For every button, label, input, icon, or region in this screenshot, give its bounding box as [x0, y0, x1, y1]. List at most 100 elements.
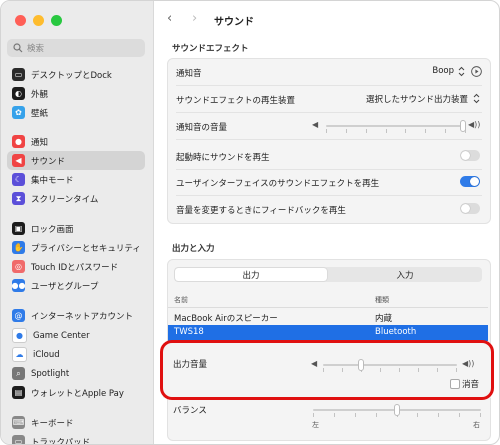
sidebar-item[interactable]: ⌨ キーボード	[7, 413, 145, 432]
slider-tick	[346, 129, 347, 133]
slider-tick	[326, 129, 327, 133]
tab-output[interactable]: 出力	[175, 268, 327, 281]
sidebar-item[interactable]: ✋ プライバシーとセキュリティ	[7, 238, 145, 257]
sidebar-item-label: プライバシーとセキュリティ	[31, 243, 141, 254]
close-window-button[interactable]	[15, 15, 26, 26]
alert-volume-row: 通知音の音量 ◀ ◀))	[168, 113, 490, 139]
sidebar-item[interactable]: ▤ ウォレットとApple Pay	[7, 383, 145, 402]
device-row[interactable]: MacBook Airのスピーカー 内蔵	[168, 309, 488, 325]
balance-left-label: 左	[312, 421, 319, 429]
toggle-knob	[470, 177, 479, 186]
sidebar-item[interactable]: @ インターネットアカウント	[7, 306, 145, 325]
bell-icon: ●	[12, 135, 25, 148]
speaker-icon: ◀	[12, 154, 25, 167]
table-divider	[168, 307, 488, 308]
system-settings-window: 検索 ▭ デスクトップとDock ◐ 外観 ✿ 壁紙 ● 通知 ◀ サウンド ☾ 集中モード ⧗ スクリー…	[0, 0, 500, 445]
device-name: TWS18	[174, 327, 204, 337]
output-input-tabs: 出力 入力	[174, 267, 482, 282]
sidebar-item[interactable]: ◎ Touch IDとパスワード	[7, 257, 145, 276]
sound-effects-heading: サウンドエフェクト	[172, 44, 249, 54]
divider	[176, 139, 482, 140]
slider-tick	[405, 129, 406, 133]
fingerprint-icon: ◎	[12, 260, 25, 273]
hand-icon: ✋	[12, 241, 25, 254]
sidebar-item-label: 壁紙	[31, 108, 49, 119]
column-header-type[interactable]: 種類	[375, 295, 389, 305]
sidebar-item-label: ウォレットとApple Pay	[31, 388, 124, 399]
ui-effects-row: ユーザインターフェイスのサウンドエフェクトを再生	[168, 169, 490, 195]
game-center-icon: ●	[12, 328, 27, 343]
device-type: 内蔵	[375, 314, 393, 324]
speaker-high-icon: ◀))	[468, 120, 481, 129]
sidebar-item[interactable]: ⧗ スクリーンタイム	[7, 189, 145, 208]
toggle-knob	[461, 151, 470, 160]
sidebar-item-label: デスクトップとDock	[31, 70, 112, 81]
balance-slider[interactable]	[313, 403, 481, 417]
alert-sound-label: 通知音	[176, 69, 202, 79]
output-device-select[interactable]: 選択したサウンド出力装置	[366, 93, 468, 105]
zoom-window-button[interactable]	[51, 15, 62, 26]
sound-effects-group: 通知音 Boop サウンドエフェクトの再生装置 選択したサウンド出力装置 通知音…	[167, 58, 491, 224]
slider-tick	[386, 129, 387, 133]
sidebar-item[interactable]: ✿ 壁紙	[7, 103, 145, 122]
slider-tick	[376, 413, 377, 417]
device-name: MacBook Airのスピーカー	[174, 314, 278, 324]
slider-knob[interactable]	[394, 404, 400, 416]
search-placeholder: 検索	[27, 44, 45, 54]
startup-sound-toggle[interactable]	[460, 150, 480, 161]
slider-tick	[313, 413, 314, 417]
sidebar: 検索 ▭ デスクトップとDock ◐ 外観 ✿ 壁紙 ● 通知 ◀ サウンド ☾ 集中モード ⧗ スクリー…	[1, 1, 154, 444]
alert-sound-select[interactable]: Boop	[432, 66, 454, 76]
forward-button[interactable]: ›	[192, 11, 197, 26]
sidebar-item[interactable]: ☁ iCloud	[7, 345, 145, 364]
slider-tick	[438, 413, 439, 417]
slider-tick	[459, 413, 460, 417]
column-header-name[interactable]: 名前	[174, 295, 188, 305]
sidebar-item[interactable]: ▭ トラックパッド	[7, 432, 145, 444]
device-type: Bluetooth	[375, 327, 417, 337]
trackpad-icon: ▭	[12, 435, 25, 444]
feedback-toggle[interactable]	[460, 203, 480, 214]
alert-volume-slider[interactable]	[326, 119, 466, 133]
sidebar-item[interactable]: ● Game Center	[7, 326, 145, 345]
sidebar-item-label: 通知	[31, 137, 49, 148]
sidebar-item-label: ユーザとグループ	[31, 281, 99, 292]
balance-right-label: 右	[473, 421, 480, 429]
sidebar-item[interactable]: ◐ 外観	[7, 84, 145, 103]
output-device-row: サウンドエフェクトの再生装置 選択したサウンド出力装置	[168, 86, 490, 112]
sidebar-item-label: 外観	[31, 89, 49, 100]
sidebar-item-label: 集中モード	[31, 175, 74, 186]
sidebar-item[interactable]: ◀ サウンド	[7, 151, 145, 170]
slider-tick	[445, 129, 446, 133]
back-button[interactable]: ‹	[167, 11, 172, 26]
sidebar-item[interactable]: ●● ユーザとグループ	[7, 276, 145, 295]
device-row-selected[interactable]: TWS18 Bluetooth	[168, 325, 488, 341]
sidebar-item[interactable]: ☾ 集中モード	[7, 170, 145, 189]
sidebar-item[interactable]: ▭ デスクトップとDock	[7, 65, 145, 84]
chevron-updown-icon[interactable]	[472, 93, 481, 104]
at-icon: @	[12, 309, 25, 322]
slider-knob[interactable]	[460, 120, 466, 132]
page-title: サウンド	[214, 17, 254, 28]
chevron-updown-icon[interactable]	[457, 66, 466, 77]
sidebar-item[interactable]: ▣ ロック画面	[7, 219, 145, 238]
output-volume-highlight	[160, 340, 494, 400]
feedback-row: 音量を変更するときにフィードバックを再生	[168, 196, 490, 222]
feedback-label: 音量を変更するときにフィードバックを再生	[176, 206, 346, 216]
sidebar-item[interactable]: ● 通知	[7, 132, 145, 151]
play-icon[interactable]	[471, 66, 482, 77]
tab-input[interactable]: 入力	[329, 268, 481, 281]
wallet-icon: ▤	[12, 386, 25, 399]
search-field[interactable]: 検索	[7, 39, 145, 57]
wallpaper-icon: ✿	[12, 106, 25, 119]
output-device-label: サウンドエフェクトの再生装置	[176, 96, 296, 106]
sidebar-item-label: Touch IDとパスワード	[31, 262, 119, 273]
ui-effects-label: ユーザインターフェイスのサウンドエフェクトを再生	[176, 179, 380, 189]
sidebar-item[interactable]: ⌕ Spotlight	[7, 364, 145, 383]
ui-effects-toggle[interactable]	[460, 176, 480, 187]
appearance-icon: ◐	[12, 87, 25, 100]
search-icon	[13, 43, 23, 53]
speaker-low-icon: ◀	[312, 120, 319, 129]
slider-tick	[417, 413, 418, 417]
minimize-window-button[interactable]	[33, 15, 44, 26]
